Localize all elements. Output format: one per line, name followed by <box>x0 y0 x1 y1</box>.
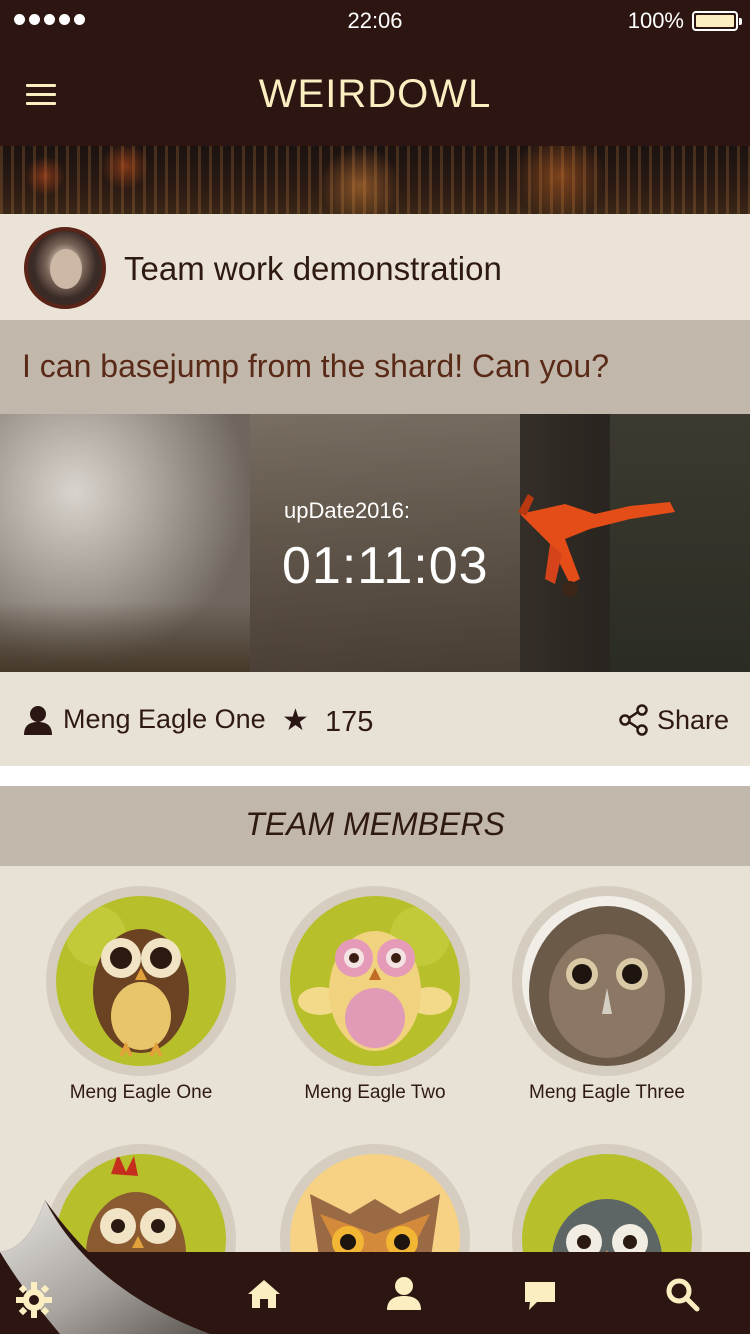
search-tab[interactable] <box>662 1274 702 1314</box>
post-caption: I can basejump from the shard! Can you? <box>22 348 609 384</box>
battery-icon <box>692 11 742 31</box>
base-jumper-figure <box>518 494 675 597</box>
profile-tab[interactable] <box>384 1274 424 1314</box>
app-header: WEIRDOWL <box>0 42 750 146</box>
battery-percent: 100% <box>627 8 684 33</box>
countdown-timer: 01:11:03 <box>282 537 489 595</box>
cliff-image <box>0 414 250 672</box>
team-members-header: TEAM MEMBERS <box>0 786 750 866</box>
settings-icon <box>16 1282 52 1318</box>
update-label: upDate2016: <box>284 498 410 523</box>
section-title: TEAM MEMBERS <box>245 806 505 842</box>
post-media-image[interactable]: upDate2016: 01:11:03 <box>0 414 750 672</box>
share-label: Share <box>657 704 730 735</box>
member-avatar[interactable] <box>46 886 236 1076</box>
avatar[interactable] <box>24 227 106 309</box>
chat-tab[interactable] <box>520 1274 560 1314</box>
star-count: 175 <box>325 706 374 738</box>
pink-owl-icon <box>290 896 460 1066</box>
grey-owl-icon <box>522 1154 692 1252</box>
post-caption-bar: I can basejump from the shard! Can you? <box>0 320 750 414</box>
search-icon <box>666 1278 700 1312</box>
geometric-owl-icon <box>290 1154 460 1252</box>
share-icon <box>619 704 648 736</box>
brown-owl-icon <box>56 896 226 1066</box>
member-name: Meng Eagle Three <box>529 1082 685 1103</box>
user-icon <box>24 706 52 735</box>
member-avatar[interactable] <box>280 1144 470 1252</box>
profile-icon <box>387 1277 421 1310</box>
post-meta-bar: Meng Eagle One ★ 175 Share <box>0 672 750 766</box>
post-title: Team work demonstration <box>124 250 502 287</box>
member-card[interactable]: Meng Eagle Three <box>492 886 722 1104</box>
divider <box>0 766 750 786</box>
member-name: Meng Eagle Two <box>304 1082 446 1103</box>
chat-icon <box>525 1282 555 1310</box>
battery-indicator: 100% <box>627 8 742 34</box>
status-bar: 22:06 100% <box>0 0 750 42</box>
home-icon <box>248 1280 280 1308</box>
member-avatar[interactable] <box>512 886 702 1076</box>
home-tab[interactable] <box>244 1274 284 1314</box>
city-banner-image <box>0 146 750 214</box>
star-icon[interactable]: ★ <box>282 706 309 736</box>
app-title: WEIRDOWL <box>258 72 492 116</box>
share-button[interactable]: Share <box>618 702 729 738</box>
settings-tab[interactable] <box>14 1280 54 1320</box>
real-owl-photo <box>522 896 692 1066</box>
member-card[interactable] <box>492 1144 722 1252</box>
member-card[interactable]: Meng Eagle One <box>26 886 256 1104</box>
member-avatar[interactable] <box>512 1144 702 1252</box>
post-header: Team work demonstration <box>0 214 750 320</box>
member-name: Meng Eagle One <box>69 1082 213 1103</box>
member-card[interactable]: Meng Eagle Two <box>260 886 490 1104</box>
member-card[interactable] <box>260 1144 490 1252</box>
author-name[interactable]: Meng Eagle One <box>63 704 266 735</box>
member-avatar[interactable] <box>280 886 470 1076</box>
